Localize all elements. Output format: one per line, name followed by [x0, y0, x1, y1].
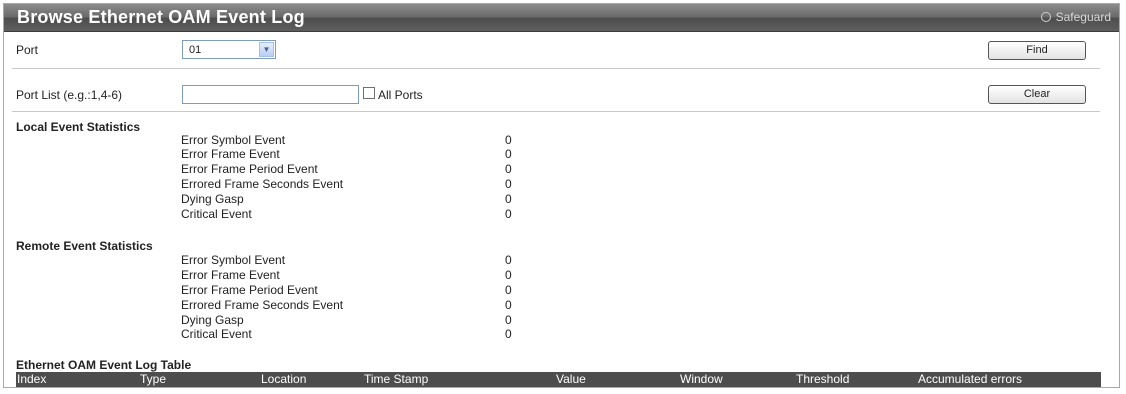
divider: [12, 68, 1100, 69]
all-ports-checkbox[interactable]: [363, 87, 375, 99]
port-list-input[interactable]: [182, 85, 359, 104]
local-stat-value: 0: [505, 133, 512, 147]
remote-stat-value: 0: [505, 283, 512, 297]
local-stat-value: 0: [505, 177, 512, 191]
remote-stat-value: 0: [505, 268, 512, 282]
safeguard-indicator: Safeguard: [1040, 10, 1111, 24]
port-list-label: Port List (e.g.:1,4-6): [16, 88, 123, 102]
local-stat-value: 0: [505, 147, 512, 161]
remote-stat-label: Error Frame Period Event: [181, 283, 318, 297]
chevron-down-icon[interactable]: ▼: [259, 42, 274, 57]
remote-stat-label: Dying Gasp: [181, 313, 244, 327]
remote-stat-label: Error Frame Event: [181, 268, 280, 282]
column-header-time-stamp: Time Stamp: [364, 372, 429, 386]
port-label: Port: [16, 43, 39, 57]
column-header-threshold: Threshold: [796, 372, 850, 386]
column-header-accumulated-errors: Accumulated errors: [918, 372, 1023, 386]
page-title: Browse Ethernet OAM Event Log: [17, 7, 305, 27]
column-header-window: Window: [680, 372, 723, 386]
local-stat-label: Error Frame Period Event: [181, 162, 318, 176]
safeguard-label: Safeguard: [1055, 10, 1111, 24]
column-header-type: Type: [140, 372, 167, 386]
safeguard-icon: [1040, 12, 1051, 22]
remote-stat-value: 0: [505, 327, 512, 341]
port-select-value: 01: [189, 44, 202, 56]
column-header-location: Location: [261, 372, 307, 386]
title-bar: Browse Ethernet OAM Event Log Safeguard: [4, 4, 1119, 32]
local-stat-value: 0: [505, 192, 512, 206]
remote-stat-label: Critical Event: [181, 327, 252, 341]
local-stat-label: Critical Event: [181, 207, 252, 221]
remote-stat-value: 0: [505, 313, 512, 327]
local-stat-label: Dying Gasp: [181, 192, 244, 206]
log-table-header: Index Type Location Time Stamp Value Win…: [16, 372, 1101, 387]
find-button[interactable]: Find: [988, 41, 1086, 60]
clear-button[interactable]: Clear: [988, 85, 1086, 104]
remote-stat-label: Error Symbol Event: [181, 253, 286, 267]
content-panel: Browse Ethernet OAM Event Log Safeguard …: [3, 3, 1120, 388]
column-header-index: Index: [17, 372, 47, 386]
column-header-value: Value: [556, 372, 586, 386]
remote-stat-value: 0: [505, 298, 512, 312]
remote-stat-label: Errored Frame Seconds Event: [181, 298, 344, 312]
port-select[interactable]: 01 ▼: [182, 40, 276, 59]
divider: [12, 111, 1100, 112]
local-stat-value: 0: [505, 207, 512, 221]
local-stat-label: Errored Frame Seconds Event: [181, 177, 344, 191]
local-stat-value: 0: [505, 162, 512, 176]
local-stat-label: Error Symbol Event: [181, 133, 286, 147]
log-table-title: Ethernet OAM Event Log Table: [16, 358, 192, 372]
all-ports-label: All Ports: [378, 88, 423, 102]
local-stat-label: Error Frame Event: [181, 147, 280, 161]
local-stats-title: Local Event Statistics: [16, 120, 141, 134]
remote-stat-value: 0: [505, 253, 512, 267]
remote-stats-title: Remote Event Statistics: [16, 239, 153, 253]
